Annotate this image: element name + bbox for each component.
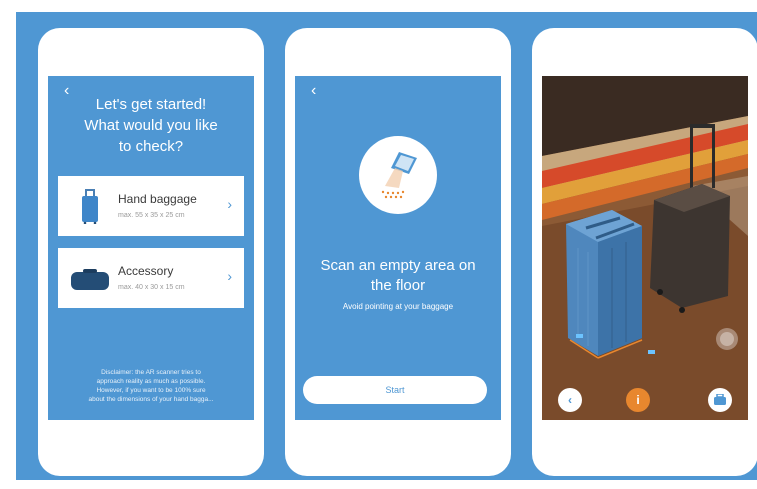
showcase-background: ‹ Let's get started! What would you like… bbox=[16, 12, 757, 480]
start-title-line-2: What would you like bbox=[84, 117, 218, 134]
phone-scan-screen: ‹ Scan an empty area on the floor Avoid … bbox=[285, 28, 511, 476]
chevron-right-icon: › bbox=[227, 196, 232, 212]
scan-screen: ‹ Scan an empty area on the floor Avoid … bbox=[295, 76, 501, 420]
disclaimer-text: Disclaimer: the AR scanner tries to appr… bbox=[56, 368, 246, 404]
accessory-size: max. 40 x 30 x 15 cm bbox=[118, 284, 185, 291]
scan-title-line-1: Scan an empty area on bbox=[320, 257, 476, 274]
ar-camera-view: ‹ i bbox=[542, 76, 748, 420]
scan-title-line-2: the floor bbox=[370, 277, 426, 294]
bag-icon bbox=[71, 269, 109, 290]
start-button[interactable]: Start bbox=[303, 376, 487, 404]
scan-title: Scan an empty area on the floor bbox=[299, 256, 497, 296]
chevron-right-icon: › bbox=[227, 268, 232, 284]
accessory-card[interactable]: Accessory max. 40 x 30 x 15 cm › bbox=[58, 248, 244, 308]
start-title-line-1: Let's get started! bbox=[95, 96, 207, 113]
ar-camera-feed bbox=[542, 76, 748, 420]
back-button[interactable]: ‹ bbox=[311, 82, 316, 100]
hand-baggage-size: max. 55 x 35 x 25 cm bbox=[118, 212, 185, 219]
hand-baggage-card[interactable]: Hand baggage max. 55 x 35 x 25 cm › bbox=[58, 176, 244, 236]
hand-baggage-name: Hand baggage bbox=[118, 192, 197, 206]
scan-illustration bbox=[359, 136, 437, 214]
disclaimer-line-4: about the dimensions of your hand bagga.… bbox=[88, 396, 214, 403]
ar-back-button[interactable]: ‹ bbox=[558, 388, 582, 412]
chevron-left-icon: ‹ bbox=[568, 393, 572, 407]
disclaimer-line-3: However, if you want to be 100% sure bbox=[96, 387, 206, 394]
accessory-name: Accessory bbox=[118, 264, 174, 278]
scan-subtitle: Avoid pointing at your baggage bbox=[342, 302, 454, 311]
start-screen: ‹ Let's get started! What would you like… bbox=[48, 76, 254, 420]
disclaimer-line-2: approach reality as much as possible. bbox=[96, 378, 206, 385]
phone-ar-screen: ‹ i bbox=[532, 28, 757, 476]
baggage-toggle-button[interactable] bbox=[708, 388, 732, 412]
disclaimer-line-1: Disclaimer: the AR scanner tries to bbox=[101, 369, 201, 376]
info-button[interactable]: i bbox=[626, 388, 650, 412]
start-title: Let's get started! What would you like t… bbox=[48, 94, 254, 157]
start-title-line-3: to check? bbox=[118, 138, 184, 155]
phone-start-screen: ‹ Let's get started! What would you like… bbox=[38, 28, 264, 476]
suitcase-icon bbox=[82, 189, 98, 224]
phone-scan-icon bbox=[381, 152, 417, 199]
info-icon: i bbox=[636, 393, 640, 407]
suitcase-icon bbox=[714, 394, 726, 405]
